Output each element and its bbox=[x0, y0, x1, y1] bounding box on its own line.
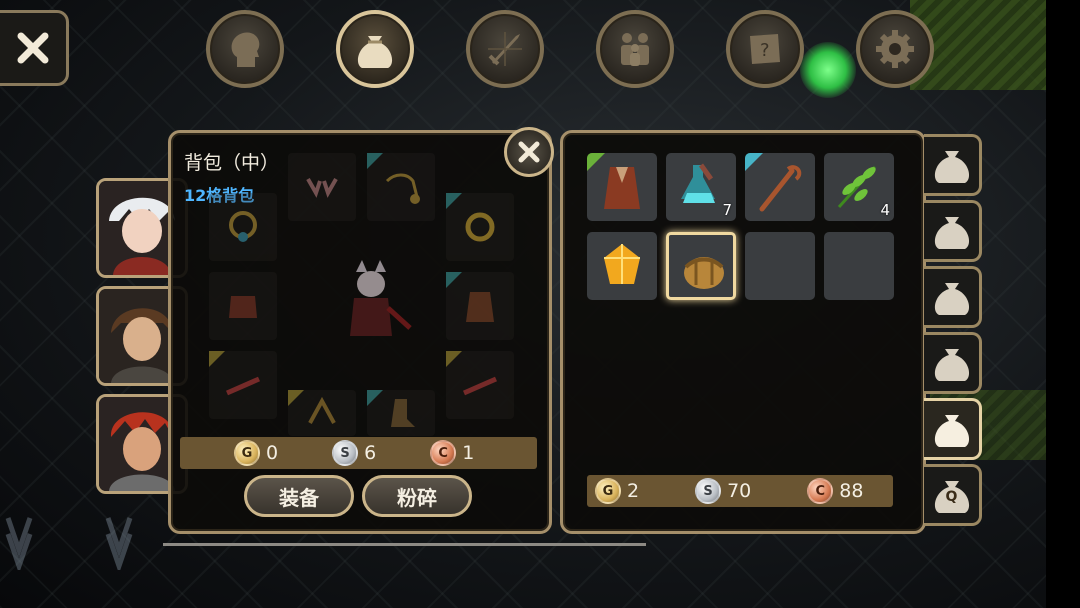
amulet-icon bbox=[229, 211, 257, 242]
inventory-slot-empty[interactable] bbox=[745, 232, 815, 300]
blade-icon bbox=[462, 376, 498, 396]
inventory-slot-selected[interactable] bbox=[666, 232, 736, 300]
bag-title: 背包（中） bbox=[184, 152, 280, 174]
close-button[interactable] bbox=[0, 10, 69, 86]
gold-amount: 0 bbox=[266, 442, 279, 464]
copper-amount: 1 bbox=[462, 442, 475, 464]
claw-icon bbox=[308, 396, 336, 424]
bag-icon bbox=[357, 36, 393, 68]
equip-slot-belt[interactable] bbox=[367, 390, 435, 436]
equip-slot-chain[interactable] bbox=[367, 153, 435, 221]
bag-tab-icon bbox=[934, 217, 969, 249]
nav-party-button[interactable] bbox=[596, 10, 674, 88]
nav-settings-button[interactable] bbox=[856, 10, 934, 88]
quest-bag-tab[interactable]: Q bbox=[924, 464, 982, 526]
quest-scroll-icon: ? bbox=[750, 34, 780, 64]
gold-amount: 2 bbox=[627, 480, 640, 502]
blade-icon bbox=[225, 376, 261, 396]
rarity-corner bbox=[446, 351, 462, 367]
svg-text:?: ? bbox=[760, 40, 770, 61]
panel-close-button[interactable] bbox=[504, 127, 554, 177]
gauntlet-icon bbox=[229, 296, 257, 318]
bag-tab-3[interactable] bbox=[924, 266, 982, 328]
bag-tab-icon bbox=[934, 151, 969, 183]
close-icon bbox=[17, 32, 49, 64]
party-icon bbox=[621, 33, 649, 66]
nav-bag-button[interactable] bbox=[336, 10, 414, 88]
leather-bag-icon bbox=[684, 257, 724, 289]
equip-slot-armor[interactable] bbox=[446, 272, 514, 340]
smash-button[interactable]: 粉碎 bbox=[362, 475, 472, 517]
close-icon bbox=[518, 141, 540, 163]
equip-slot-head[interactable] bbox=[288, 153, 356, 221]
rarity-corner bbox=[209, 351, 225, 367]
bag-tab-icon bbox=[934, 349, 969, 381]
equip-slot-ring[interactable] bbox=[446, 193, 514, 261]
rarity-corner bbox=[367, 390, 383, 406]
bag-tab-4[interactable] bbox=[924, 332, 982, 394]
copper-coin-icon: C bbox=[807, 478, 834, 504]
equip-slot-boots[interactable] bbox=[288, 390, 356, 436]
copper-amount: 88 bbox=[839, 480, 864, 502]
inventory-slot[interactable]: 7 bbox=[666, 153, 736, 221]
bag-tab-5-active[interactable] bbox=[924, 398, 982, 460]
robe-armor-icon bbox=[604, 167, 640, 209]
quest-tab-label: Q bbox=[945, 489, 958, 505]
rarity-corner bbox=[367, 153, 383, 169]
character-preview-sprite bbox=[350, 260, 412, 336]
equip-slot-necklace[interactable] bbox=[209, 193, 277, 261]
silver-coin-icon: S bbox=[332, 440, 359, 466]
ears-accessory-icon bbox=[306, 178, 338, 198]
inventory-slot[interactable] bbox=[745, 153, 815, 221]
equip-slot-weapon[interactable] bbox=[209, 351, 277, 419]
vest-icon bbox=[466, 292, 494, 322]
divider-line bbox=[163, 543, 646, 546]
ring-icon bbox=[465, 212, 495, 242]
equip-slot-offhand[interactable] bbox=[446, 351, 514, 419]
silver-coin-icon: S bbox=[695, 478, 722, 504]
inventory-slot[interactable] bbox=[587, 153, 657, 221]
head-icon bbox=[231, 32, 260, 67]
rarity-corner bbox=[288, 390, 304, 406]
rarity-corner bbox=[446, 193, 462, 209]
equip-slot-gloves[interactable] bbox=[209, 272, 277, 340]
item-count: 4 bbox=[880, 201, 890, 219]
silver-amount: 6 bbox=[364, 442, 377, 464]
amber-gem-icon bbox=[604, 244, 640, 284]
bag-tab-icon bbox=[934, 283, 969, 315]
copper-coin-icon: C bbox=[430, 440, 457, 466]
chain-icon bbox=[385, 173, 420, 204]
bag-tab-icon bbox=[934, 415, 969, 447]
screen-edge bbox=[1046, 0, 1080, 608]
sword-icon bbox=[488, 32, 522, 66]
down-arrow-icon bbox=[5, 517, 33, 570]
silver-amount: 70 bbox=[727, 480, 752, 502]
bag-tab-1[interactable] bbox=[924, 134, 982, 196]
bag-tab-2[interactable] bbox=[924, 200, 982, 262]
inventory-slot[interactable] bbox=[587, 232, 657, 300]
gold-coin-icon: G bbox=[234, 440, 260, 466]
green-orb-effect bbox=[800, 42, 856, 98]
equip-button[interactable]: 装备 bbox=[244, 475, 354, 517]
rarity-corner bbox=[446, 272, 462, 288]
nav-quest-button[interactable]: ? bbox=[726, 10, 804, 88]
inventory-currency-bar: G 2 S 70 C 88 bbox=[587, 475, 893, 507]
bag-currency-bar: G 0 S 6 C 1 bbox=[180, 437, 537, 469]
nav-character-button[interactable] bbox=[206, 10, 284, 88]
gold-coin-icon: G bbox=[595, 478, 621, 504]
wooden-staff-icon bbox=[759, 165, 802, 212]
item-count: 7 bbox=[722, 201, 732, 219]
boot-icon bbox=[391, 399, 415, 427]
nav-skills-button[interactable] bbox=[466, 10, 544, 88]
gear-icon bbox=[876, 30, 914, 68]
inventory-slot[interactable]: 4 bbox=[824, 153, 894, 221]
down-arrow-icon bbox=[105, 517, 133, 570]
teal-potion-icon bbox=[681, 163, 715, 203]
inventory-slot-empty[interactable] bbox=[824, 232, 894, 300]
green-herb-icon bbox=[837, 165, 877, 209]
